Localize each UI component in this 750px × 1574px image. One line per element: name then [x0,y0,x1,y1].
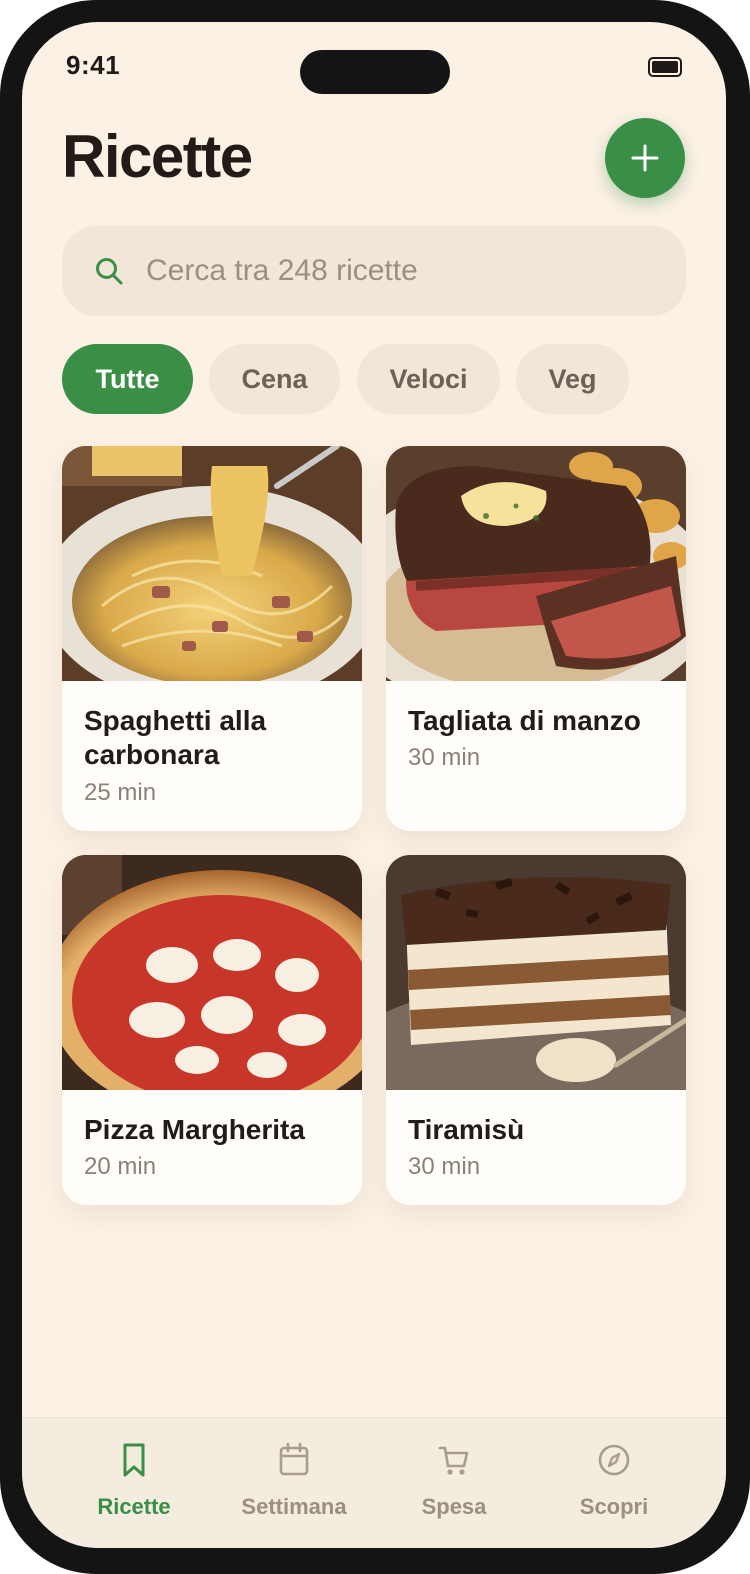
carbonara-photo [62,446,362,681]
dynamic-island [300,50,450,94]
bookmark-icon [123,1443,145,1477]
tab-label: Spesa [421,1494,487,1519]
tab-label: Ricette [97,1494,171,1519]
tab-spesa[interactable]: Spesa [374,1442,534,1532]
bottom-tab-bar: Ricette Settimana Spesa Scopri [22,1417,726,1548]
filter-chip-cena[interactable]: Cena [209,344,340,414]
status-time: 9:41 [66,50,121,80]
search-icon [96,258,123,285]
cart-icon [438,1446,469,1475]
plus-icon [631,144,659,172]
recipe-time: 30 min [408,744,481,771]
recipe-time: 30 min [408,1153,481,1180]
recipe-title: Pizza Margherita [84,1114,305,1145]
search-input[interactable]: Cerca tra 248 ricette [146,254,418,288]
tab-label: Scopri [579,1494,649,1519]
recipe-time: 25 min [84,779,157,806]
page-title: Ricette [62,123,253,190]
compass-icon [598,1444,630,1476]
status-bar: 9:41 [22,22,726,112]
battery-icon [648,57,682,77]
steak-photo [386,446,686,681]
filter-chip-veloci[interactable]: Veloci [357,344,500,414]
recipe-card[interactable]: Pizza Margherita 20 min [62,855,362,1205]
app-screen: 9:41 Ricette Cerca tra 248 ricette Tutte… [22,22,726,1548]
recipe-time: 20 min [84,1153,157,1180]
tiramisu-photo [386,855,686,1090]
filter-chip-tutte[interactable]: Tutte [62,344,193,414]
phone-frame: 9:41 Ricette Cerca tra 248 ricette Tutte… [0,0,750,1574]
recipe-card[interactable]: Tiramisù 30 min [386,855,686,1205]
search-bar[interactable]: Cerca tra 248 ricette [62,226,686,316]
recipe-title: Tiramisù [408,1114,525,1145]
tab-settimana[interactable]: Settimana [214,1442,374,1532]
recipe-card[interactable]: Tagliata di manzo 30 min [386,446,686,831]
recipe-title: Tagliata di manzo [408,705,641,736]
tab-ricette[interactable]: Ricette [54,1442,214,1532]
pizza-photo [62,855,362,1090]
recipe-card[interactable]: Spaghetti alla carbonara 25 min [62,446,362,831]
recipe-title: Spaghetti alla carbonara [84,705,267,770]
calendar-icon [279,1442,309,1476]
tab-scopri[interactable]: Scopri [534,1442,694,1532]
filter-chip-veg[interactable]: Veg [516,344,629,414]
add-recipe-button[interactable] [605,118,685,198]
tab-label: Settimana [241,1494,347,1519]
